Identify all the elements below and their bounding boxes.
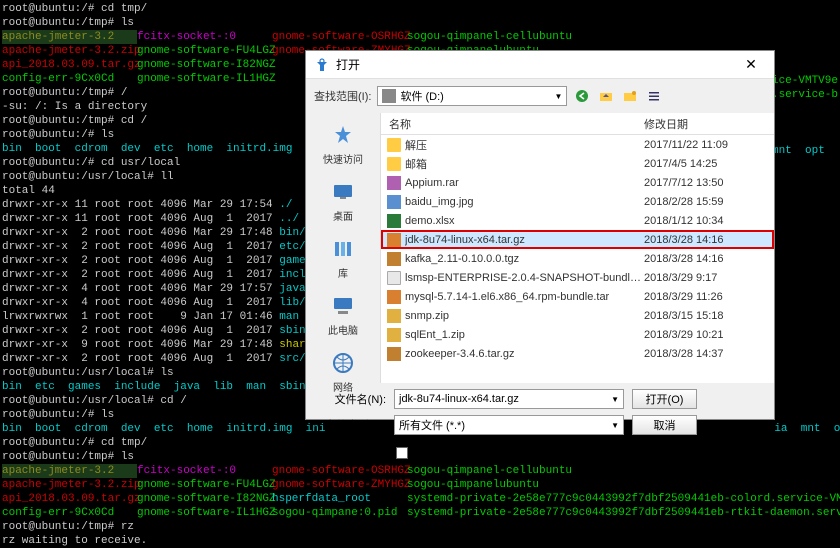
sidebar-label: 此电脑 — [328, 322, 358, 337]
drive-text: 软件 (D:) — [400, 88, 443, 104]
file-date: 2018/3/28 14:37 — [644, 348, 774, 360]
file-date: 2018/3/29 11:26 — [644, 291, 774, 303]
sidebar-quick-access[interactable]: 快速访问 — [323, 121, 363, 166]
filename-input[interactable]: jdk-8u74-linux-x64.tar.gz ▼ — [394, 389, 624, 409]
file-icon — [387, 252, 401, 266]
file-name: jdk-8u74-linux-x64.tar.gz — [405, 234, 644, 246]
column-date[interactable]: 修改日期 — [644, 116, 774, 132]
file-icon — [387, 214, 401, 228]
filetype-select[interactable]: 所有文件 (*.*) ▼ — [394, 415, 624, 435]
computer-icon — [329, 292, 357, 320]
file-date: 2017/11/22 11:09 — [644, 139, 774, 151]
file-icon — [387, 328, 401, 342]
file-name: mysql-5.7.14-1.el6.x86_64.rpm-bundle.tar — [405, 291, 644, 303]
dialog-toolbar: 查找范围(I): 软件 (D:) ▼ — [306, 79, 774, 113]
view-menu-icon[interactable] — [645, 87, 663, 105]
file-row[interactable]: lsmsp-ENTERPRISE-2.0.4-SNAPSHOT-bundle..… — [381, 268, 774, 287]
file-name: Appium.rar — [405, 177, 644, 189]
drive-select[interactable]: 软件 (D:) ▼ — [377, 86, 567, 106]
file-icon — [387, 309, 401, 323]
file-row[interactable]: kafka_2.11-0.10.0.0.tgz2018/3/28 14:16 — [381, 249, 774, 268]
sidebar-label: 快速访问 — [323, 151, 363, 166]
libraries-icon — [329, 235, 357, 263]
file-name: kafka_2.11-0.10.0.0.tgz — [405, 253, 644, 265]
new-folder-icon[interactable] — [621, 87, 639, 105]
file-name: lsmsp-ENTERPRISE-2.0.4-SNAPSHOT-bundle..… — [405, 272, 644, 284]
file-icon — [387, 271, 401, 285]
close-button[interactable]: ✕ — [736, 55, 766, 75]
file-row[interactable]: jdk-8u74-linux-x64.tar.gz2018/3/28 14:16 — [381, 230, 774, 249]
file-icon — [387, 157, 401, 171]
dropdown-arrow-icon: ▼ — [555, 92, 563, 101]
file-row[interactable]: snmp.zip2018/3/15 15:18 — [381, 306, 774, 325]
file-row[interactable]: zookeeper-3.4.6.tar.gz2018/3/28 14:37 — [381, 344, 774, 363]
file-list-header: 名称 修改日期 — [381, 113, 774, 135]
file-date: 2018/3/28 14:16 — [644, 234, 774, 246]
file-date: 2017/7/12 13:50 — [644, 177, 774, 189]
file-date: 2018/3/29 9:17 — [644, 272, 774, 284]
open-button[interactable]: 打开(O) — [632, 389, 697, 409]
file-name: sqlEnt_1.zip — [405, 329, 644, 341]
dialog-body: 快速访问 桌面 库 此电脑 网络 名称 修改日期 — [306, 113, 774, 383]
sidebar-this-pc[interactable]: 此电脑 — [328, 292, 358, 337]
file-name: demo.xlsx — [405, 215, 644, 227]
column-name[interactable]: 名称 — [381, 116, 644, 132]
file-row[interactable]: Appium.rar2017/7/12 13:50 — [381, 173, 774, 192]
file-name: baidu_img.jpg — [405, 196, 644, 208]
file-row[interactable]: 解压2017/11/22 11:09 — [381, 135, 774, 154]
file-date: 2018/2/28 15:59 — [644, 196, 774, 208]
file-row[interactable]: baidu_img.jpg2018/2/28 15:59 — [381, 192, 774, 211]
ascii-checkbox[interactable] — [396, 447, 408, 459]
range-label: 查找范围(I): — [314, 88, 371, 104]
network-icon — [329, 349, 357, 377]
dialog-bottom: 文件名(N): jdk-8u74-linux-x64.tar.gz ▼ 打开(O… — [306, 383, 774, 467]
file-icon — [387, 195, 401, 209]
dialog-titlebar: 打开 ✕ — [306, 51, 774, 79]
file-date: 2018/3/28 14:16 — [644, 253, 774, 265]
file-list[interactable]: 名称 修改日期 解压2017/11/22 11:09邮箱2017/4/5 14:… — [381, 113, 774, 383]
places-sidebar: 快速访问 桌面 库 此电脑 网络 — [306, 113, 381, 383]
open-file-dialog: 打开 ✕ 查找范围(I): 软件 (D:) ▼ 快速访问 桌面 库 — [305, 50, 775, 420]
filename-label: 文件名(N): — [316, 391, 386, 407]
file-date: 2018/3/15 15:18 — [644, 310, 774, 322]
file-name: zookeeper-3.4.6.tar.gz — [405, 348, 644, 360]
dropdown-arrow-icon: ▼ — [611, 395, 619, 404]
file-icon — [387, 347, 401, 361]
file-icon — [387, 233, 401, 247]
file-name: snmp.zip — [405, 310, 644, 322]
file-row[interactable]: demo.xlsx2018/1/12 10:34 — [381, 211, 774, 230]
file-date: 2018/1/12 10:34 — [644, 215, 774, 227]
sidebar-libraries[interactable]: 库 — [329, 235, 357, 280]
dialog-title: 打开 — [336, 56, 736, 73]
filetype-label: 文件类型(T): — [316, 417, 386, 433]
desktop-icon — [329, 178, 357, 206]
sidebar-label: 库 — [338, 265, 348, 280]
file-icon — [387, 290, 401, 304]
dropdown-arrow-icon: ▼ — [611, 421, 619, 430]
up-folder-icon[interactable] — [597, 87, 615, 105]
file-date: 2017/4/5 14:25 — [644, 158, 774, 170]
file-row[interactable]: mysql-5.7.14-1.el6.x86_64.rpm-bundle.tar… — [381, 287, 774, 306]
file-date: 2018/3/29 10:21 — [644, 329, 774, 341]
sidebar-label: 桌面 — [333, 208, 353, 223]
dialog-icon — [314, 57, 330, 73]
cancel-button[interactable]: 取消 — [632, 415, 697, 435]
star-icon — [329, 121, 357, 149]
sidebar-desktop[interactable]: 桌面 — [329, 178, 357, 223]
file-icon — [387, 176, 401, 190]
ascii-checkbox-label: 发送文件到ASCII — [412, 445, 496, 461]
file-icon — [387, 138, 401, 152]
file-name: 邮箱 — [405, 156, 644, 172]
file-name: 解压 — [405, 137, 644, 153]
file-row[interactable]: sqlEnt_1.zip2018/3/29 10:21 — [381, 325, 774, 344]
back-icon[interactable] — [573, 87, 591, 105]
sidebar-network[interactable]: 网络 — [329, 349, 357, 394]
drive-icon — [382, 89, 396, 103]
file-row[interactable]: 邮箱2017/4/5 14:25 — [381, 154, 774, 173]
